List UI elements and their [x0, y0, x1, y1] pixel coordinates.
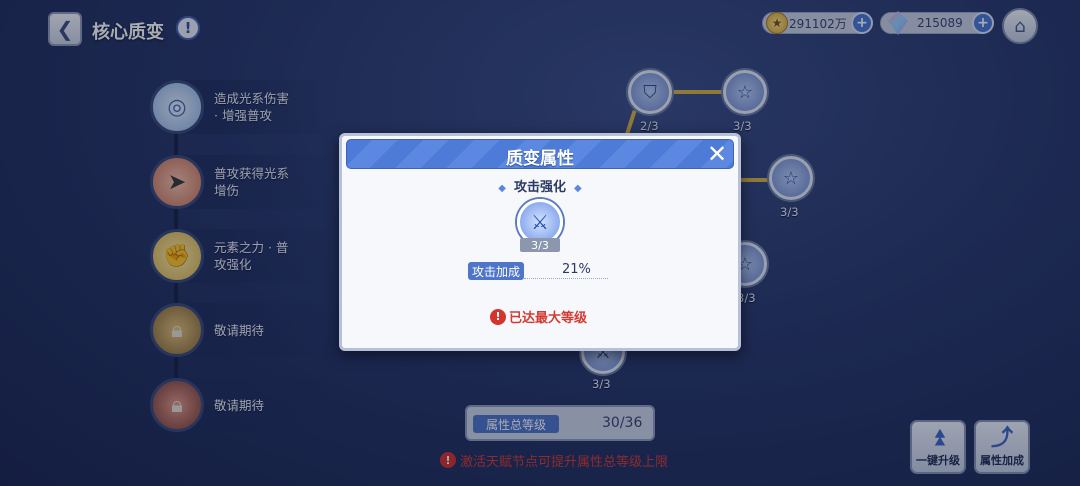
diamond-icon: ◆: [574, 183, 582, 194]
modal-title: 质变属性: [506, 149, 574, 169]
max-level-text: 已达最大等级: [509, 311, 588, 326]
close-button[interactable]: ✕: [704, 140, 730, 168]
stat-label: 攻击加成: [468, 262, 524, 280]
warning-icon: !: [490, 308, 506, 325]
stat-divider: [524, 278, 608, 279]
diamond-icon: ◆: [498, 183, 506, 194]
close-icon: ✕: [706, 140, 728, 168]
sword-icon: ⚔: [531, 210, 549, 234]
max-level-notice: ! 已达最大等级: [490, 307, 587, 326]
modal-subtitle: ◆ 攻击强化 ◆: [498, 180, 582, 195]
stat-value: 21%: [562, 262, 591, 277]
modal-node-count: 3/3: [520, 238, 560, 252]
